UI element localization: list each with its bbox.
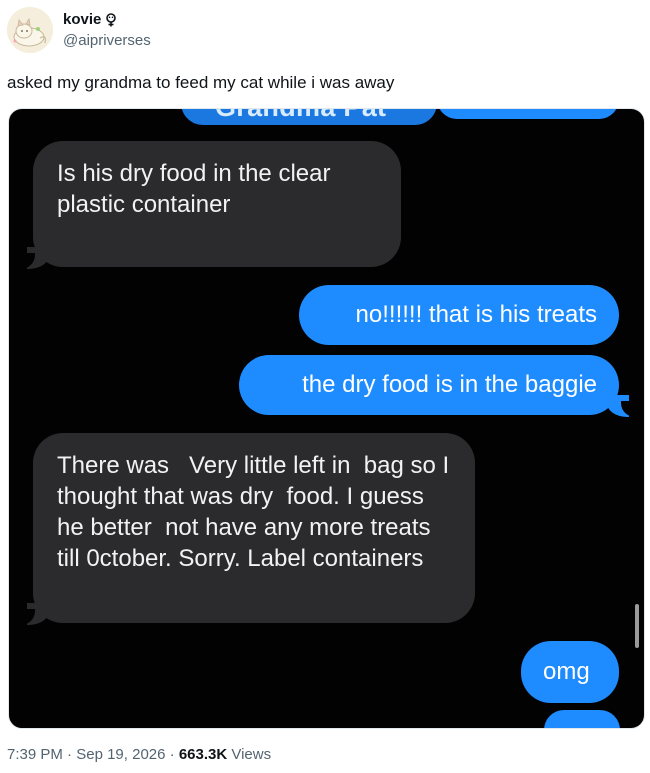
tweet-time[interactable]: 7:39 PM [7, 746, 63, 763]
tweet-media-image[interactable]: Grandma Pat Is his dry food in the clear… [8, 108, 645, 729]
message-bubble-received: There was Very little left in bag so I t… [33, 433, 475, 623]
message-bubble-sent: no!!!!!! that is his treats [299, 285, 619, 345]
views-count: 663.3K [178, 746, 228, 763]
meta-separator: · [169, 746, 175, 763]
user-handle[interactable]: @aipriverses [63, 31, 151, 51]
message-bubble-received: Is his dry food in the clear plastic con… [33, 141, 401, 267]
scrollbar [635, 604, 639, 648]
message-text: no!!!!!! that is his treats [355, 301, 597, 328]
avatar-cat-illustration [7, 7, 53, 53]
contact-name-partial: Grandma Pat [215, 109, 386, 123]
message-bubble-sent: the dry food is in the baggie [239, 355, 619, 415]
bubble-tail [17, 603, 49, 625]
tweet-header: kovie @aipriverses [7, 7, 607, 55]
message-bubble-sent: omg [521, 641, 619, 703]
bubble-tail [607, 395, 639, 417]
badge-icon [105, 12, 117, 27]
display-name[interactable]: kovie [63, 10, 101, 29]
avatar[interactable] [7, 7, 53, 53]
message-text: the dry food is in the baggie [302, 371, 597, 398]
top-right-sliver [437, 109, 619, 119]
message-text: omg [543, 658, 590, 685]
message-text: There was Very little left in bag so I t… [57, 452, 456, 572]
message-text: Is his dry food in the clear plastic con… [57, 160, 331, 218]
bubble-tail [17, 247, 49, 269]
meta-separator: · [67, 746, 73, 763]
display-name-row[interactable]: kovie [63, 10, 151, 29]
next-message-partial [544, 710, 620, 728]
tweet-meta: 7:39 PM · Sep 19, 2026 · 663.3K Views [7, 746, 271, 763]
tweet-text: asked my grandma to feed my cat while i … [7, 73, 395, 92]
views-label: Views [231, 746, 272, 763]
tweet-date[interactable]: Sep 19, 2026 [76, 746, 165, 763]
